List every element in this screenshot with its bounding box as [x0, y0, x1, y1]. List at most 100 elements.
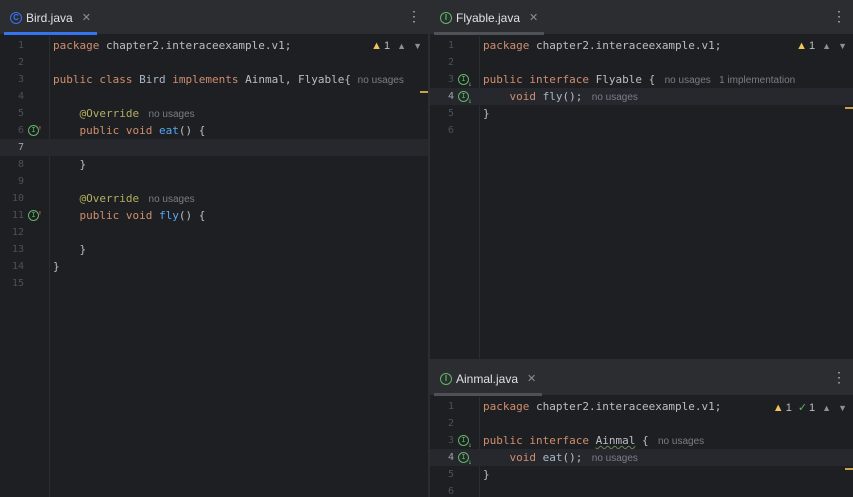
code-line[interactable]: 6 I ↑ public void eat() { [0, 122, 428, 139]
code-editor[interactable]: ▲ 1 ▲ ▼ 1 package chapter2.interaceexampl… [0, 36, 428, 497]
code-line[interactable]: 7 [0, 139, 428, 156]
code-line[interactable]: 15 [0, 275, 428, 292]
inlay-hint[interactable]: no usages [146, 109, 195, 120]
code-line[interactable]: 5} [430, 105, 853, 122]
line-number[interactable]: 6 [430, 122, 454, 139]
code-line[interactable]: 12 [0, 224, 428, 241]
inlay-hint[interactable]: no usages [358, 75, 404, 86]
code-text[interactable]: } [53, 258, 60, 275]
inlay-hint[interactable]: no usages [589, 92, 638, 103]
inlay-hint[interactable]: no usages [655, 436, 704, 447]
tab-flyable-java[interactable]: I Flyable.java ✕ [434, 0, 545, 35]
line-number[interactable]: 11 [0, 207, 24, 224]
code-text[interactable]: package chapter2.interaceexample.v1; [53, 37, 291, 54]
line-number[interactable]: 1 [0, 37, 24, 54]
line-number[interactable]: 6 [430, 483, 454, 497]
line-number[interactable]: 2 [430, 415, 454, 432]
code-text[interactable]: void fly(); no usages [483, 88, 638, 106]
code-line[interactable]: 2 [430, 415, 853, 432]
line-number[interactable]: 13 [0, 241, 24, 258]
code-text[interactable]: public void fly() { [53, 207, 206, 224]
more-options-icon[interactable]: ⋮ [832, 370, 846, 384]
line-number[interactable]: 8 [0, 156, 24, 173]
line-number[interactable]: 9 [0, 173, 24, 190]
close-icon[interactable]: ✕ [527, 372, 536, 385]
tab-bird-java[interactable]: C Bird.java ✕ [4, 0, 97, 35]
inlay-hint[interactable]: no usages 1 implementation [662, 75, 796, 86]
line-number[interactable]: 12 [0, 224, 24, 241]
line-number[interactable]: 2 [430, 54, 454, 71]
line-number[interactable]: 6 [0, 122, 24, 139]
code-line[interactable]: 4 I ↓ void fly(); no usages [430, 88, 853, 105]
code-line[interactable]: 6 [430, 122, 853, 139]
line-number[interactable]: 1 [430, 398, 454, 415]
code-line[interactable]: 3 public class Bird implements Ainmal, Fl… [0, 71, 428, 88]
implements-method-icon[interactable]: I ↑ [28, 209, 42, 221]
code-line[interactable]: 13 } [0, 241, 428, 258]
line-number[interactable]: 4 [430, 88, 454, 105]
code-text[interactable]: @Override no usages [53, 190, 195, 208]
tab-ainmal-java[interactable]: I Ainmal.java ✕ [434, 361, 543, 396]
implements-method-icon[interactable]: I ↑ [28, 124, 42, 136]
line-number[interactable]: 10 [0, 190, 24, 207]
code-text[interactable]: } [53, 156, 86, 173]
code-line[interactable]: 5} [430, 466, 853, 483]
line-number[interactable]: 14 [0, 258, 24, 275]
code-line[interactable]: 8 } [0, 156, 428, 173]
code-line[interactable]: 3 I ↓ public interface Flyable { no usages … [430, 71, 853, 88]
line-number[interactable]: 1 [430, 37, 454, 54]
implemented-by-icon[interactable]: I ↓ [458, 74, 472, 88]
code-text[interactable]: } [53, 241, 86, 258]
code-text[interactable]: package chapter2.interaceexample.v1; [483, 37, 721, 54]
code-text[interactable]: public class Bird implements Ainmal, Fly… [53, 71, 404, 89]
line-number[interactable]: 5 [0, 105, 24, 122]
implemented-by-icon[interactable]: I ↓ [458, 435, 472, 449]
line-number[interactable]: 4 [0, 88, 24, 105]
code-line[interactable]: 3 I ↓ public interface Ainmal { no usages [430, 432, 853, 449]
line-number[interactable]: 3 [430, 432, 454, 449]
close-icon[interactable]: ✕ [529, 11, 538, 24]
inlay-hint[interactable]: no usages [589, 453, 638, 464]
line-number[interactable]: 7 [0, 139, 24, 156]
code-text[interactable]: @Override no usages [53, 105, 195, 123]
code-text[interactable]: public interface Ainmal { no usages [483, 432, 704, 450]
code-line[interactable]: 4 I ↓ void eat(); no usages [430, 449, 853, 466]
code-line[interactable]: 1 package chapter2.interaceexample.v1; [430, 398, 853, 415]
code-line[interactable]: 1 package chapter2.interaceexample.v1; [430, 37, 853, 54]
code-line[interactable]: 14} [0, 258, 428, 275]
code-text[interactable]: } [483, 105, 490, 122]
code-text[interactable]: } [483, 466, 490, 483]
more-options-icon[interactable]: ⋮ [407, 9, 421, 23]
implemented-by-icon[interactable]: I ↓ [458, 91, 472, 105]
code-editor[interactable]: ▲ 1 ✓ 1 ▲ ▼ 1 package chapter2.interaceex… [430, 397, 853, 497]
line-number[interactable]: 3 [0, 71, 24, 88]
code-line[interactable]: 2 [0, 54, 428, 71]
line-number[interactable]: 15 [0, 275, 24, 292]
code-token: package [483, 400, 536, 413]
code-text[interactable]: package chapter2.interaceexample.v1; [483, 398, 721, 415]
code-editor[interactable]: ▲ 1 ▲ ▼ 1 package chapter2.interaceexampl… [430, 36, 853, 359]
inlay-hint[interactable]: no usages [146, 194, 195, 205]
close-icon[interactable]: ✕ [82, 11, 91, 24]
code-line[interactable]: 11 I ↑ public void fly() { [0, 207, 428, 224]
code-line[interactable]: 6 [430, 483, 853, 497]
line-number[interactable]: 2 [0, 54, 24, 71]
implemented-by-icon[interactable]: I ↓ [458, 452, 472, 466]
line-number[interactable]: 4 [430, 449, 454, 466]
code-line[interactable]: 9 [0, 173, 428, 190]
line-number[interactable]: 3 [430, 71, 454, 88]
code-line[interactable]: 2 [430, 54, 853, 71]
code-text[interactable]: public void eat() { [53, 122, 206, 139]
code-text[interactable]: void eat(); no usages [483, 449, 638, 467]
line-number[interactable]: 5 [430, 466, 454, 483]
code-line[interactable]: 4 [0, 88, 428, 105]
code-line[interactable]: 10 @Override no usages [0, 190, 428, 207]
code-text[interactable]: public interface Flyable { no usages 1 i… [483, 71, 795, 89]
editor-pane-bird: C Bird.java ✕ ⋮ ▲ 1 ▲ ▼ 1 package chapter… [0, 0, 428, 497]
more-options-icon[interactable]: ⋮ [832, 9, 846, 23]
code-line[interactable]: 5 @Override no usages [0, 105, 428, 122]
code-line[interactable]: 1 package chapter2.interaceexample.v1; [0, 37, 428, 54]
line-number[interactable]: 5 [430, 105, 454, 122]
